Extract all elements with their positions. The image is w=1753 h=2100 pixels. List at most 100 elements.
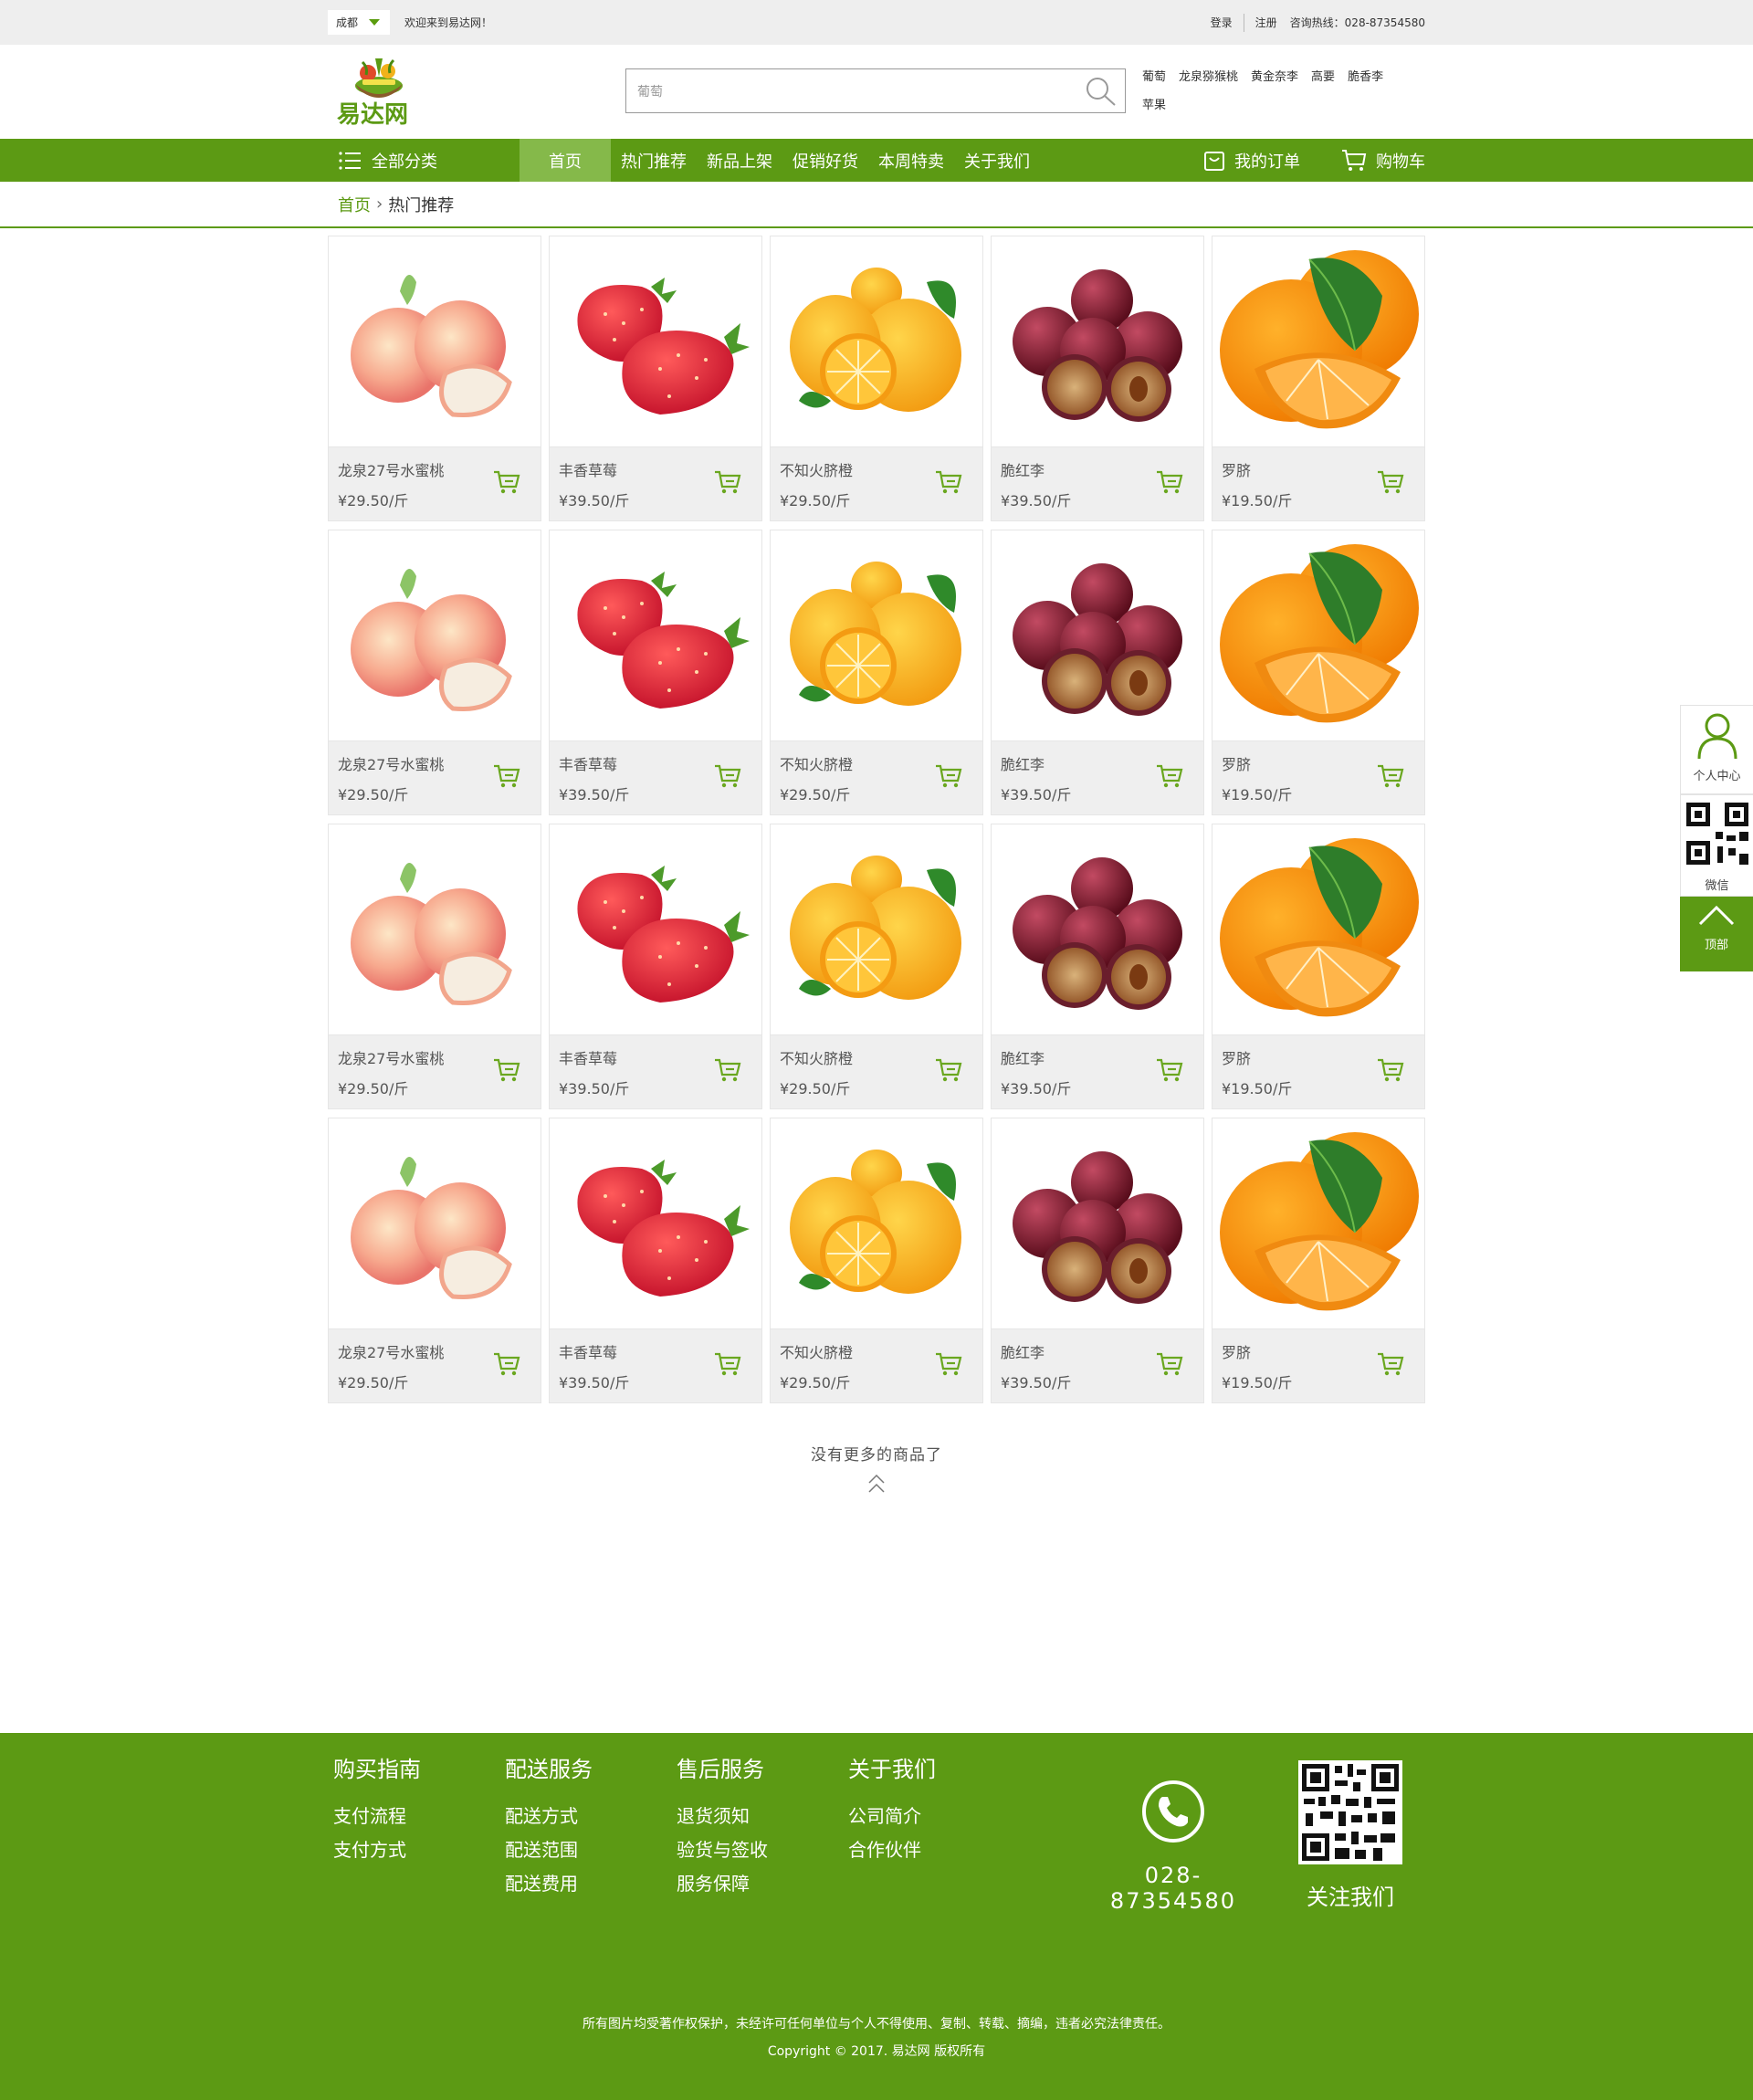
product-image-area[interactable] [992,236,1203,447]
wechat-button[interactable]: 微信 [1680,794,1753,897]
footer-link[interactable]: 配送费用 [505,1867,677,1901]
product-card[interactable]: 龙泉27号水蜜桃 ¥29.50/斤 [328,824,541,1109]
product-card[interactable]: 丰香草莓 ¥39.50/斤 [549,530,762,815]
orange-product-image[interactable] [1218,829,1419,1030]
login-link[interactable]: 登录 [1211,15,1233,30]
register-link[interactable]: 注册 [1255,15,1277,30]
orange-product-image[interactable] [1218,535,1419,736]
add-to-cart-icon[interactable] [1377,1351,1404,1377]
hot-word[interactable]: 葡萄 [1142,70,1166,84]
product-image-area[interactable] [771,236,982,447]
product-image-area[interactable] [550,236,761,447]
peach-product-image[interactable] [343,843,526,1016]
add-to-cart-icon[interactable] [1156,763,1183,789]
product-image-area[interactable] [329,824,541,1035]
add-to-cart-icon[interactable] [493,1057,520,1083]
product-card[interactable]: 龙泉27号水蜜桃 ¥29.50/斤 [328,1118,541,1403]
dekopon-product-image[interactable] [781,255,972,428]
product-card[interactable]: 不知火脐橙 ¥29.50/斤 [770,824,983,1109]
add-to-cart-icon[interactable] [1377,469,1404,495]
footer-link[interactable]: 合作伙伴 [848,1833,1020,1867]
product-image-area[interactable] [329,530,541,741]
product-card[interactable]: 脆红李 ¥39.50/斤 [991,824,1204,1109]
product-card[interactable]: 不知火脐橙 ¥29.50/斤 [770,1118,983,1403]
plum-product-image[interactable] [1002,1141,1193,1306]
product-image-area[interactable] [1212,530,1424,741]
product-image-area[interactable] [329,1118,541,1329]
product-card[interactable]: 罗脐 ¥19.50/斤 [1212,1118,1425,1403]
product-image-area[interactable] [550,824,761,1035]
add-to-cart-icon[interactable] [935,1057,962,1083]
product-card[interactable]: 罗脐 ¥19.50/斤 [1212,236,1425,521]
nav-weekly[interactable]: 本周特卖 [868,139,954,182]
product-image-area[interactable] [992,1118,1203,1329]
city-selector[interactable]: 成都 [328,10,390,35]
footer-link[interactable]: 配送方式 [505,1800,677,1833]
product-image-area[interactable] [771,824,982,1035]
product-image-area[interactable] [550,1118,761,1329]
add-to-cart-icon[interactable] [1156,469,1183,495]
nav-home[interactable]: 首页 [520,139,611,182]
add-to-cart-icon[interactable] [1156,1351,1183,1377]
nav-hot[interactable]: 热门推荐 [611,139,697,182]
hot-word[interactable]: 黄金奈李 [1251,70,1298,84]
hot-word[interactable]: 高要 [1311,70,1335,84]
search-icon[interactable] [1085,76,1118,107]
product-card[interactable]: 丰香草莓 ¥39.50/斤 [549,236,762,521]
footer-link[interactable]: 支付方式 [333,1833,505,1867]
personal-center-button[interactable]: 个人中心 [1680,705,1753,794]
peach-product-image[interactable] [343,1137,526,1310]
plum-product-image[interactable] [1002,553,1193,718]
all-categories-button[interactable]: 全部分类 [328,139,520,182]
footer-link[interactable]: 退货须知 [677,1800,848,1833]
product-card[interactable]: 丰香草莓 ¥39.50/斤 [549,824,762,1109]
product-card[interactable]: 不知火脐橙 ¥29.50/斤 [770,236,983,521]
product-card[interactable]: 丰香草莓 ¥39.50/斤 [549,1118,762,1403]
product-image-area[interactable] [771,1118,982,1329]
product-image-area[interactable] [1212,236,1424,447]
add-to-cart-icon[interactable] [935,469,962,495]
add-to-cart-icon[interactable] [1377,1057,1404,1083]
product-image-area[interactable] [329,236,541,447]
back-to-top-button[interactable]: 顶部 [1680,897,1753,971]
footer-link[interactable]: 支付流程 [333,1800,505,1833]
strawberry-product-image[interactable] [560,553,751,718]
search-input[interactable] [626,69,1065,112]
product-card[interactable]: 龙泉27号水蜜桃 ¥29.50/斤 [328,530,541,815]
add-to-cart-icon[interactable] [714,1351,741,1377]
add-to-cart-icon[interactable] [1156,1057,1183,1083]
add-to-cart-icon[interactable] [714,1057,741,1083]
footer-link[interactable]: 配送范围 [505,1833,677,1867]
add-to-cart-icon[interactable] [493,469,520,495]
plum-product-image[interactable] [1002,259,1193,424]
strawberry-product-image[interactable] [560,847,751,1012]
orange-product-image[interactable] [1218,1123,1419,1324]
hot-word[interactable]: 苹果 [1142,99,1166,112]
product-card[interactable]: 罗脐 ¥19.50/斤 [1212,824,1425,1109]
peach-product-image[interactable] [343,255,526,428]
hot-word[interactable]: 龙泉猕猴桃 [1179,70,1238,84]
product-card[interactable]: 脆红李 ¥39.50/斤 [991,236,1204,521]
product-image-area[interactable] [771,530,982,741]
add-to-cart-icon[interactable] [935,1351,962,1377]
footer-link[interactable]: 验货与签收 [677,1833,848,1867]
dekopon-product-image[interactable] [781,549,972,722]
product-image-area[interactable] [992,824,1203,1035]
product-card[interactable]: 罗脐 ¥19.50/斤 [1212,530,1425,815]
site-logo[interactable]: 易达网 [335,49,436,131]
cart-link[interactable]: 购物车 [1341,149,1425,173]
breadcrumb-home[interactable]: 首页 [338,193,371,216]
add-to-cart-icon[interactable] [714,469,741,495]
product-card[interactable]: 龙泉27号水蜜桃 ¥29.50/斤 [328,236,541,521]
product-card[interactable]: 脆红李 ¥39.50/斤 [991,1118,1204,1403]
add-to-cart-icon[interactable] [1377,763,1404,789]
product-image-area[interactable] [550,530,761,741]
nav-about[interactable]: 关于我们 [954,139,1040,182]
footer-link[interactable]: 服务保障 [677,1867,848,1901]
add-to-cart-icon[interactable] [493,763,520,789]
strawberry-product-image[interactable] [560,259,751,424]
plum-product-image[interactable] [1002,847,1193,1012]
nav-promo[interactable]: 促销好货 [782,139,868,182]
dekopon-product-image[interactable] [781,843,972,1016]
add-to-cart-icon[interactable] [493,1351,520,1377]
